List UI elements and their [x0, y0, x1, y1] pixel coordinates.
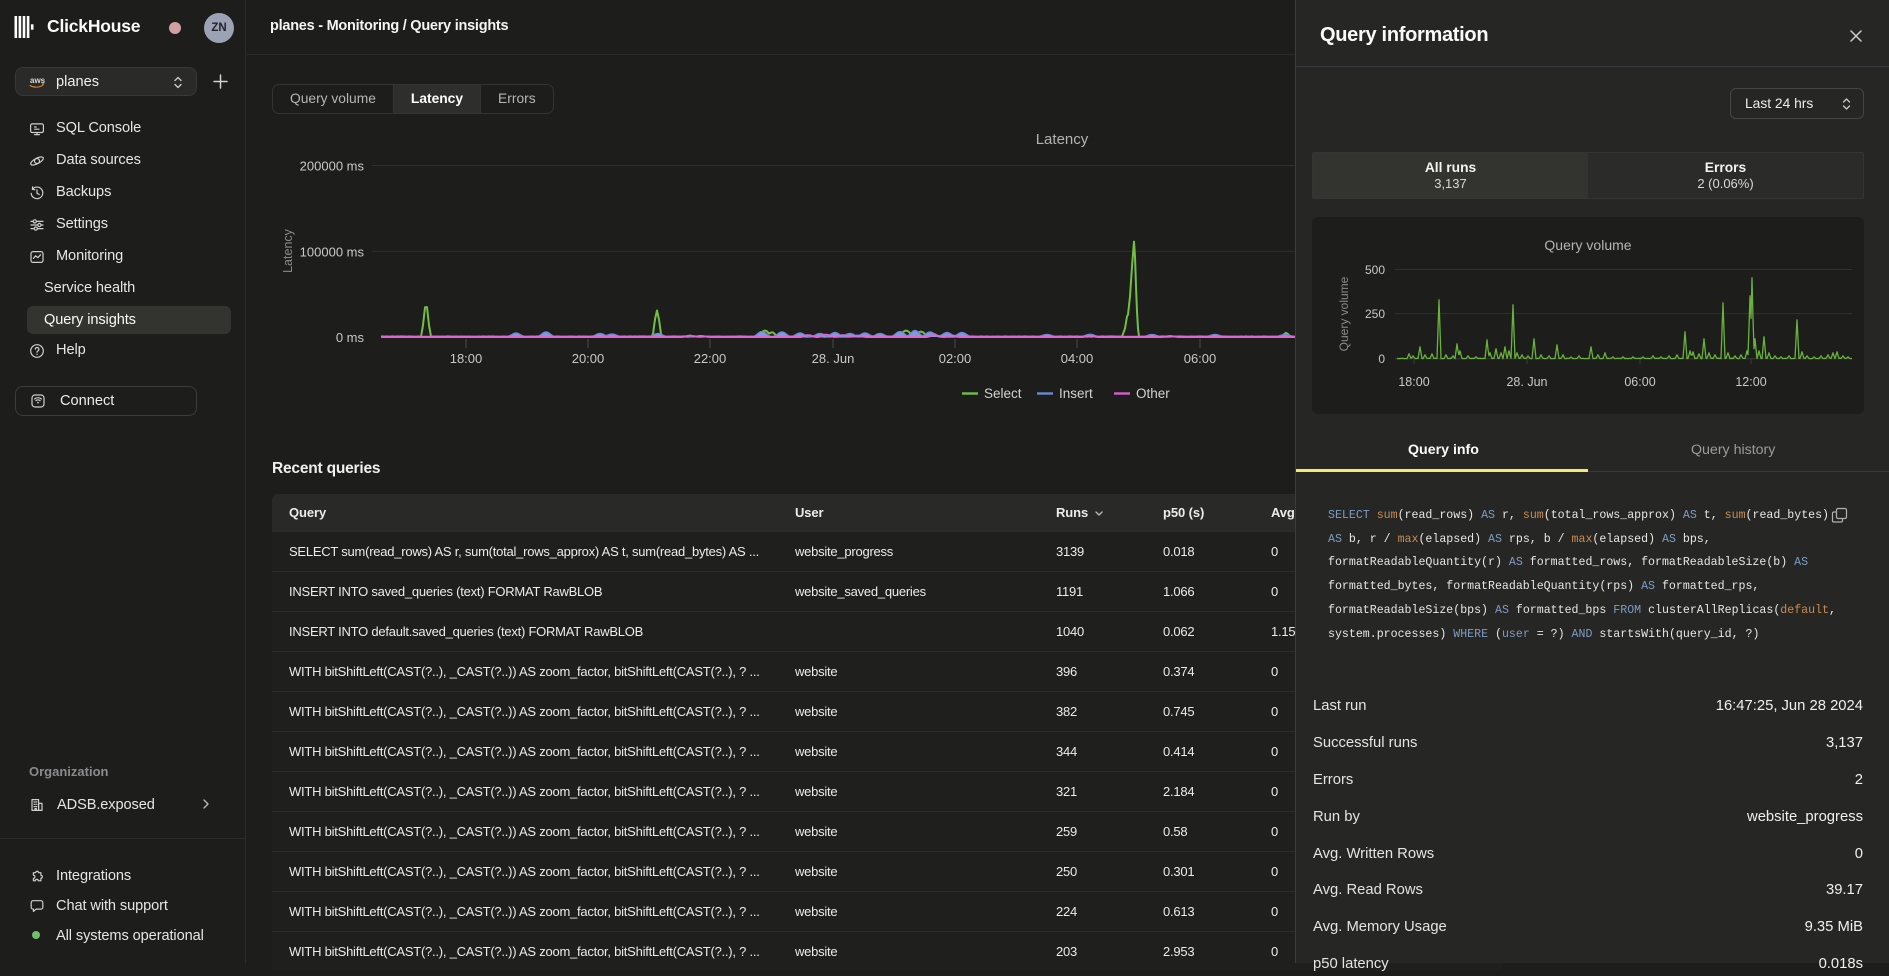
- svg-text:100000 ms: 100000 ms: [300, 244, 365, 259]
- svg-text:Latency: Latency: [1036, 131, 1089, 148]
- svg-text:250: 250: [1365, 307, 1385, 321]
- svg-text:18:00: 18:00: [1398, 375, 1429, 389]
- svg-text:0: 0: [1378, 352, 1385, 366]
- svg-text:200000 ms: 200000 ms: [300, 159, 365, 174]
- svg-text:Insert: Insert: [1059, 386, 1093, 401]
- svg-text:0 ms: 0 ms: [336, 330, 365, 345]
- svg-text:22:00: 22:00: [694, 351, 727, 366]
- svg-text:28. Jun: 28. Jun: [1506, 375, 1547, 389]
- svg-text:20:00: 20:00: [572, 351, 605, 366]
- svg-text:Query volume: Query volume: [1544, 237, 1631, 253]
- svg-text:Other: Other: [1136, 386, 1170, 401]
- svg-text:28. Jun: 28. Jun: [812, 351, 855, 366]
- svg-text:04:00: 04:00: [1061, 351, 1094, 366]
- svg-text:Select: Select: [984, 386, 1022, 401]
- svg-text:06:00: 06:00: [1184, 351, 1217, 366]
- svg-text:Latency: Latency: [281, 228, 295, 273]
- svg-text:500: 500: [1365, 263, 1385, 277]
- svg-text:18:00: 18:00: [450, 351, 483, 366]
- svg-text:Query volume: Query volume: [1337, 276, 1351, 351]
- svg-text:06:00: 06:00: [1624, 375, 1655, 389]
- svg-text:02:00: 02:00: [939, 351, 972, 366]
- svg-text:12:00: 12:00: [1735, 375, 1766, 389]
